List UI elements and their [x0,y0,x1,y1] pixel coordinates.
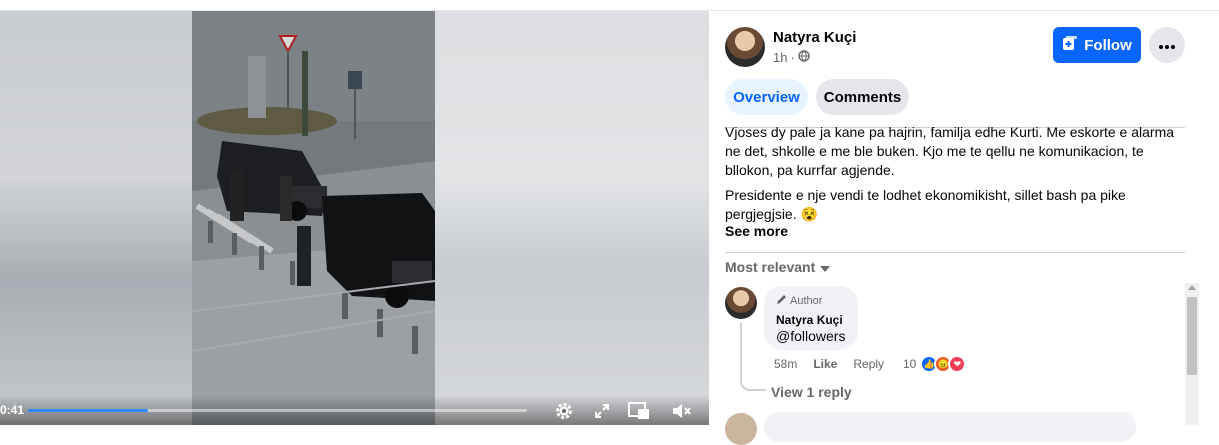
comments-divider [725,252,1185,253]
comment-actions: 58m Like Reply [774,357,900,371]
video-progress-fill [28,409,148,412]
video-player[interactable]: 0:41 [0,11,709,425]
meta-separator: · [790,50,795,65]
author-badge: Author [776,294,846,308]
video-blur-right [435,11,709,425]
comment-avatar[interactable] [725,287,757,319]
author-name[interactable]: Natyra Kuçi [773,29,856,46]
reaction-count: 10 [903,357,917,371]
comment-reactions[interactable]: 10 👍 😠 ❤ [903,355,967,373]
comment-bubble: Author Natyra Kuçi @followers [764,286,858,350]
follow-label: Follow [1084,36,1132,54]
top-strip [0,0,1219,11]
follow-button[interactable]: Follow [1053,27,1141,63]
sort-label: Most relevant [725,259,816,275]
post-paragraph: Vjoses dy pale ja kane pa hajrin, familj… [725,124,1175,178]
author-badge-label: Author [790,295,823,307]
scroll-up-arrow[interactable] [1188,285,1196,290]
globe-icon [798,50,810,65]
see-more-link[interactable]: See more [725,223,788,239]
video-progress-bar[interactable] [28,409,527,412]
video-blur-left [0,11,192,425]
tab-overview[interactable]: Overview [725,79,808,115]
video-time: 0:41 [0,403,25,417]
more-options-button[interactable] [1149,27,1185,63]
comment-avatar[interactable] [725,413,757,445]
post-meta: 1h · [773,50,810,65]
comment-time[interactable]: 58m [774,357,797,371]
post-panel: Natyra Kuçi 1h · Follow Overview Comment… [709,11,1219,445]
tab-comments[interactable]: Comments [816,79,909,115]
fullscreen-icon[interactable] [591,400,613,422]
reply-thread-line [740,323,766,391]
love-reaction-icon: ❤ [948,355,967,373]
video-frame[interactable] [192,11,435,425]
pen-icon [776,294,787,308]
mute-icon[interactable] [671,400,693,422]
caret-down-icon [820,259,831,275]
comment-reply-button[interactable]: Reply [853,357,884,371]
post-paragraph: Presidente e nje vendi te lodhet ekonomi… [725,187,1126,222]
comment-like-button[interactable]: Like [813,357,837,371]
comment-author-name[interactable]: Natyra Kuçi [776,313,846,327]
video-scene [192,11,435,425]
ellipsis-icon [1159,36,1175,54]
comment-sort-dropdown[interactable]: Most relevant [725,259,831,275]
post-body: Vjoses dy pale ja kane pa hajrin, familj… [725,123,1185,230]
comment-bubble [764,412,1136,442]
add-page-icon [1062,35,1078,55]
video-controls: 0:41 [0,395,709,425]
view-replies-link[interactable]: View 1 reply [771,384,852,400]
miniplayer-icon[interactable] [628,400,650,422]
author-avatar[interactable] [725,27,765,67]
comment-text: @followers [776,328,846,344]
scroll-thumb[interactable] [1187,297,1197,375]
gear-icon[interactable] [553,400,575,422]
post-time[interactable]: 1h [773,50,787,65]
comments-scrollbar[interactable] [1185,283,1199,425]
